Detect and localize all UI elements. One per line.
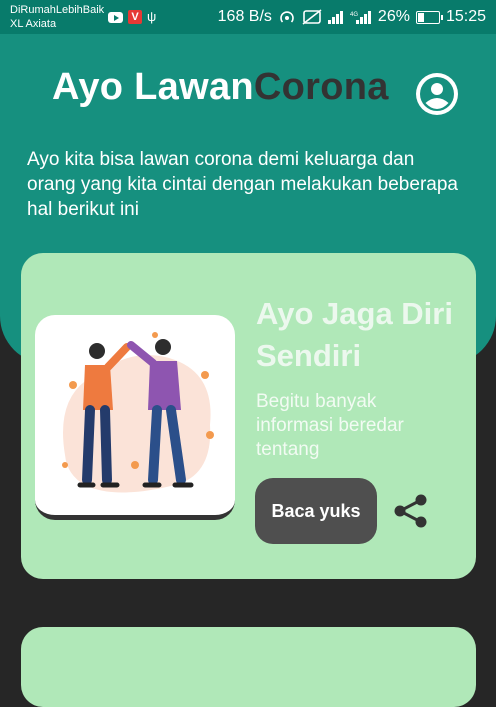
- svg-text:4G: 4G: [350, 12, 358, 18]
- carrier-line-2: XL Axiata: [10, 18, 57, 30]
- signal-4g-icon: 4G: [350, 11, 371, 24]
- share-icon[interactable]: [391, 491, 431, 531]
- hotspot-icon: [280, 11, 294, 23]
- read-more-button[interactable]: Baca yuks: [255, 478, 377, 544]
- status-bar: DiRumahLebihBaik XL Axiata V ψ 168 B/s 4…: [0, 0, 496, 34]
- profile-button[interactable]: [416, 73, 458, 115]
- carrier-line-1: DiRumahLebihBaik: [10, 4, 105, 16]
- battery-icon: [415, 10, 443, 24]
- tip-card-next[interactable]: [21, 627, 476, 707]
- notifications-off-icon: [302, 9, 322, 25]
- elbow-bump-illustration: [35, 315, 235, 520]
- signal-icon: [327, 11, 343, 24]
- intro-text: Ayo kita bisa lawan corona demi keluarga…: [27, 149, 458, 220]
- card-title: Ayo Jaga Diri Sendiri: [256, 296, 453, 373]
- carrier-label: DiRumahLebihBaik XL Axiata: [10, 3, 104, 31]
- vivaldi-icon: V: [128, 10, 142, 24]
- app-title: Ayo LawanCorona: [52, 66, 389, 109]
- title-accent: Corona: [253, 66, 389, 108]
- tip-card[interactable]: Ayo Jaga Diri Sendiri Begitu banyak info…: [21, 253, 476, 579]
- network-speed: 168 B/s: [217, 8, 272, 25]
- account-icon: [420, 77, 454, 111]
- usb-icon: ψ: [147, 9, 157, 24]
- battery-percent: 26%: [377, 8, 410, 25]
- notification-icons: V ψ: [108, 10, 156, 24]
- system-indicators: 168 B/s 4G 26% 15:25: [218, 8, 486, 26]
- youtube-icon: [108, 11, 123, 23]
- card-description: Begitu banyak informasi beredar tentang: [256, 391, 404, 460]
- title-main: Ayo Lawan: [52, 66, 254, 108]
- clock: 15:25: [445, 8, 486, 25]
